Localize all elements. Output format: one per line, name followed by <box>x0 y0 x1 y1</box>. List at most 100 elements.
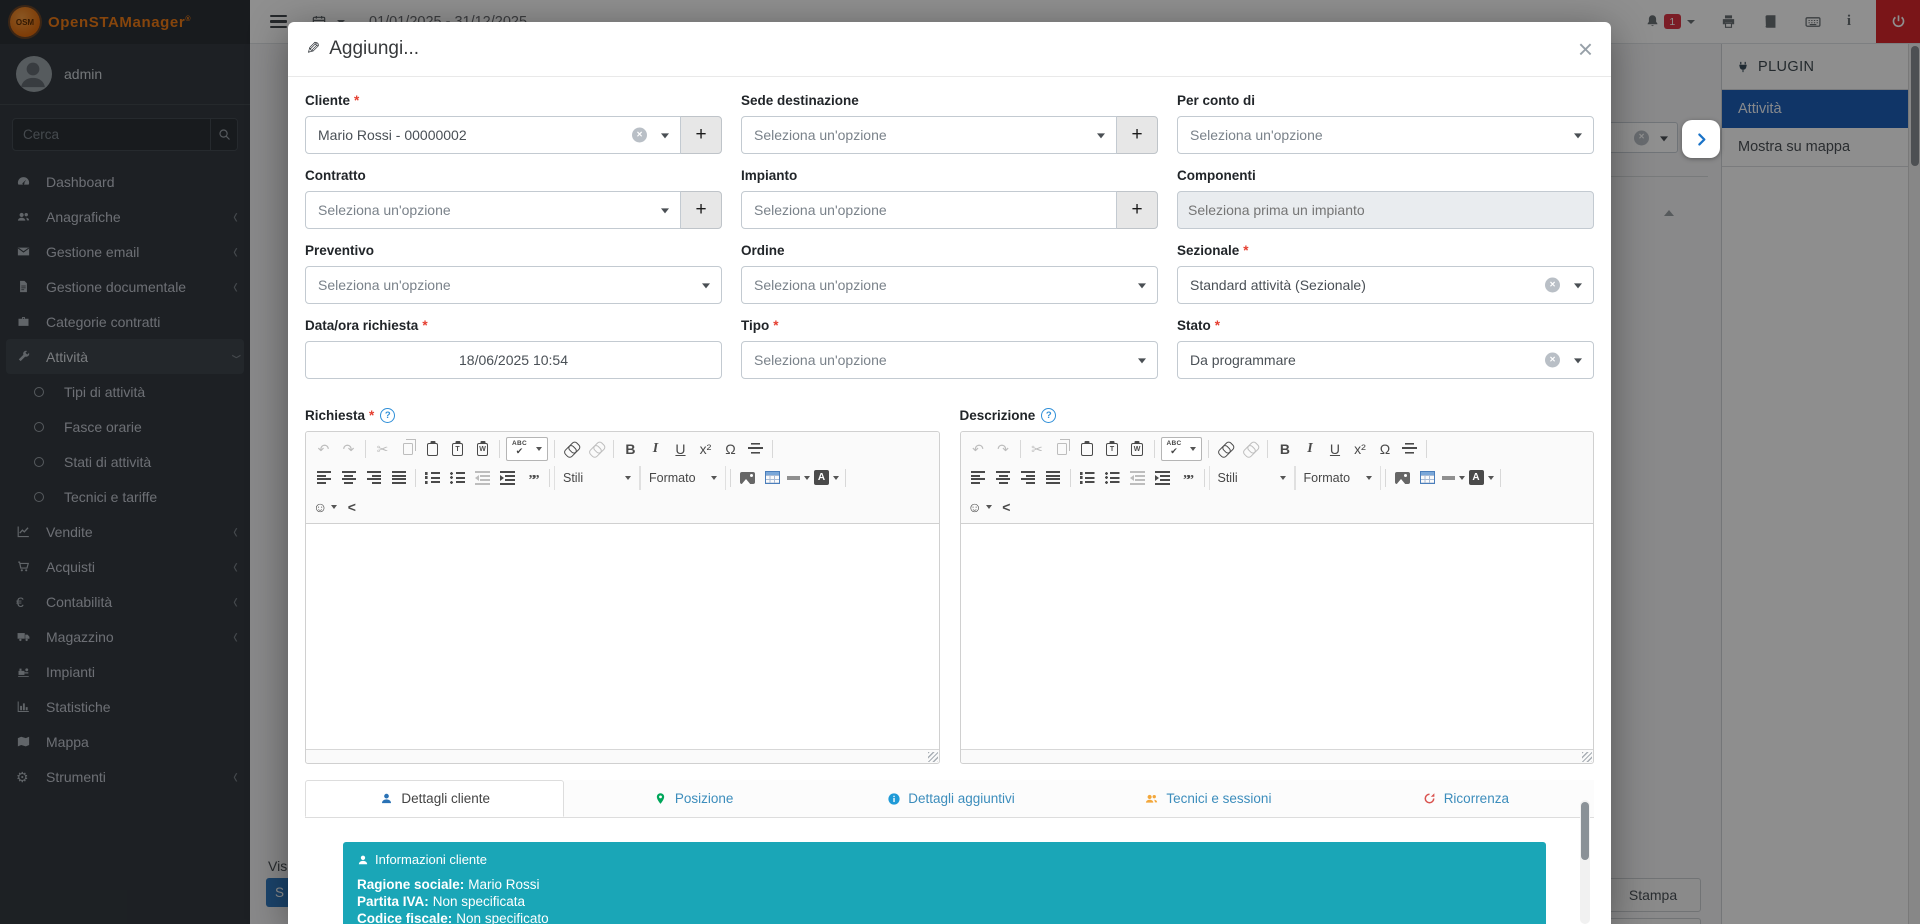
caret-icon <box>1574 133 1582 138</box>
ordine-select[interactable]: Seleziona un'opzione <box>741 266 1158 304</box>
preventivo-select[interactable]: Seleziona un'opzione <box>305 266 722 304</box>
data-ora-richiesta-input[interactable] <box>305 341 722 379</box>
paste-word-button[interactable]: W <box>1125 436 1150 461</box>
bold-button[interactable]: B <box>1272 436 1297 461</box>
add-impianto-button[interactable]: + <box>1116 191 1158 229</box>
link-button[interactable] <box>559 436 584 461</box>
underline-button[interactable]: U <box>668 436 693 461</box>
align-justify-button[interactable] <box>1041 465 1066 490</box>
per-conto-di-select[interactable]: Seleziona un'opzione <box>1177 116 1594 154</box>
paste-button[interactable] <box>420 436 445 461</box>
caret-icon <box>1097 133 1105 138</box>
bg-color-button[interactable]: A <box>1467 465 1496 490</box>
align-justify-icon <box>1046 471 1060 484</box>
modal-title: ✎Aggiungi... <box>306 38 419 60</box>
align-left-button[interactable] <box>966 465 991 490</box>
special-char-button[interactable]: Ω <box>718 436 743 461</box>
outdent-icon <box>1130 471 1145 485</box>
special-char-button[interactable]: Ω <box>1372 436 1397 461</box>
spellcheck-button[interactable]: ABC✔ <box>506 437 548 461</box>
outdent-button <box>1125 465 1150 490</box>
stato-select[interactable]: Da programmare× <box>1177 341 1594 379</box>
editor-resize-handle[interactable] <box>961 749 1594 763</box>
superscript-button[interactable]: x² <box>1347 436 1372 461</box>
format-combo[interactable]: Formato <box>1295 466 1381 490</box>
plugin-toggle-button[interactable] <box>1682 120 1720 158</box>
tab-tecnici-e-sessioni[interactable]: Tecnici e sessioni <box>1079 780 1336 817</box>
superscript-button[interactable]: x² <box>693 436 718 461</box>
paste-word-button[interactable]: W <box>470 436 495 461</box>
close-icon[interactable]: × <box>1578 36 1593 62</box>
clear-icon[interactable]: × <box>632 128 647 143</box>
tab-posizione[interactable]: Posizione <box>564 780 821 817</box>
align-right-icon <box>1021 471 1035 484</box>
field-stato: Stato*Da programmare× <box>1177 304 1594 379</box>
numbered-list-button[interactable] <box>420 465 445 490</box>
numbered-list-button[interactable] <box>1075 465 1100 490</box>
image-button[interactable] <box>735 465 760 490</box>
help-icon[interactable]: ? <box>380 408 395 423</box>
align-right-button[interactable] <box>361 465 386 490</box>
paste-button[interactable] <box>1075 436 1100 461</box>
align-center-button[interactable] <box>336 465 361 490</box>
image-button[interactable] <box>1390 465 1415 490</box>
link-button[interactable] <box>1213 436 1238 461</box>
descrizione-editor-area[interactable] <box>961 524 1594 749</box>
field-label: Componenti <box>1177 167 1594 184</box>
tab-ricorrenza[interactable]: Ricorrenza <box>1337 780 1594 817</box>
bulleted-list-button[interactable] <box>445 465 470 490</box>
horizontal-rule-button[interactable] <box>743 436 768 461</box>
horizontal-rule-button[interactable] <box>1397 436 1422 461</box>
blockquote-button[interactable]: ”” <box>1175 465 1200 490</box>
italic-button[interactable]: I <box>1297 436 1322 461</box>
tipo-select[interactable]: Seleziona un'opzione <box>741 341 1158 379</box>
source-button[interactable]: < <box>339 494 364 519</box>
italic-button[interactable]: I <box>643 436 668 461</box>
indent-button[interactable] <box>1150 465 1175 490</box>
align-center-button[interactable] <box>991 465 1016 490</box>
table-button[interactable] <box>760 465 785 490</box>
align-right-button[interactable] <box>1016 465 1041 490</box>
impianto-select[interactable]: Seleziona un'opzione <box>741 191 1117 229</box>
smiley-button[interactable]: ☺ <box>311 494 339 519</box>
paste-text-button[interactable]: T <box>1100 436 1125 461</box>
clear-icon[interactable]: × <box>1545 278 1560 293</box>
underline-button[interactable]: U <box>1322 436 1347 461</box>
spellcheck-button[interactable]: ABC✔ <box>1161 437 1203 461</box>
blockquote-button[interactable]: ”” <box>520 465 545 490</box>
sezionale-select[interactable]: Standard attività (Sezionale)× <box>1177 266 1594 304</box>
caret-icon <box>1488 476 1494 480</box>
add-cliente-button[interactable]: + <box>680 116 722 154</box>
align-justify-button[interactable] <box>386 465 411 490</box>
help-icon[interactable]: ? <box>1041 408 1056 423</box>
text-color-button[interactable] <box>785 465 812 490</box>
smiley-button[interactable]: ☺ <box>966 494 994 519</box>
format-combo[interactable]: Formato <box>640 466 726 490</box>
add-contratto-button[interactable]: + <box>680 191 722 229</box>
toolbar-separator <box>772 440 773 458</box>
editor-resize-handle[interactable] <box>306 749 939 763</box>
cliente-select[interactable]: Mario Rossi - 00000002× <box>305 116 681 154</box>
styles-combo[interactable]: Stili <box>554 466 640 490</box>
align-left-button[interactable] <box>311 465 336 490</box>
clear-icon[interactable]: × <box>1545 353 1560 368</box>
styles-combo[interactable]: Stili <box>1209 466 1295 490</box>
bold-button[interactable]: B <box>618 436 643 461</box>
sede-destinazione-select[interactable]: Seleziona un'opzione <box>741 116 1117 154</box>
undo-icon: ↶ <box>318 442 330 456</box>
tab-dettagli-aggiuntivi[interactable]: Dettagli aggiuntivi <box>822 780 1079 817</box>
bg-color-button[interactable]: A <box>812 465 841 490</box>
text-color-button[interactable] <box>1440 465 1467 490</box>
paste-text-button[interactable]: T <box>445 436 470 461</box>
add-sede-destinazione-button[interactable]: + <box>1116 116 1158 154</box>
tab-dettagli-cliente[interactable]: Dettagli cliente <box>305 780 564 817</box>
table-button[interactable] <box>1415 465 1440 490</box>
contratto-select[interactable]: Seleziona un'opzione <box>305 191 681 229</box>
richiesta-editor-area[interactable] <box>306 524 939 749</box>
bulleted-list-button[interactable] <box>1100 465 1125 490</box>
indent-button[interactable] <box>495 465 520 490</box>
source-button[interactable]: < <box>994 494 1019 519</box>
scrollbar-thumb[interactable] <box>1581 802 1589 860</box>
modal-pane-scrollbar[interactable] <box>1580 800 1590 924</box>
caret-icon <box>661 133 669 138</box>
